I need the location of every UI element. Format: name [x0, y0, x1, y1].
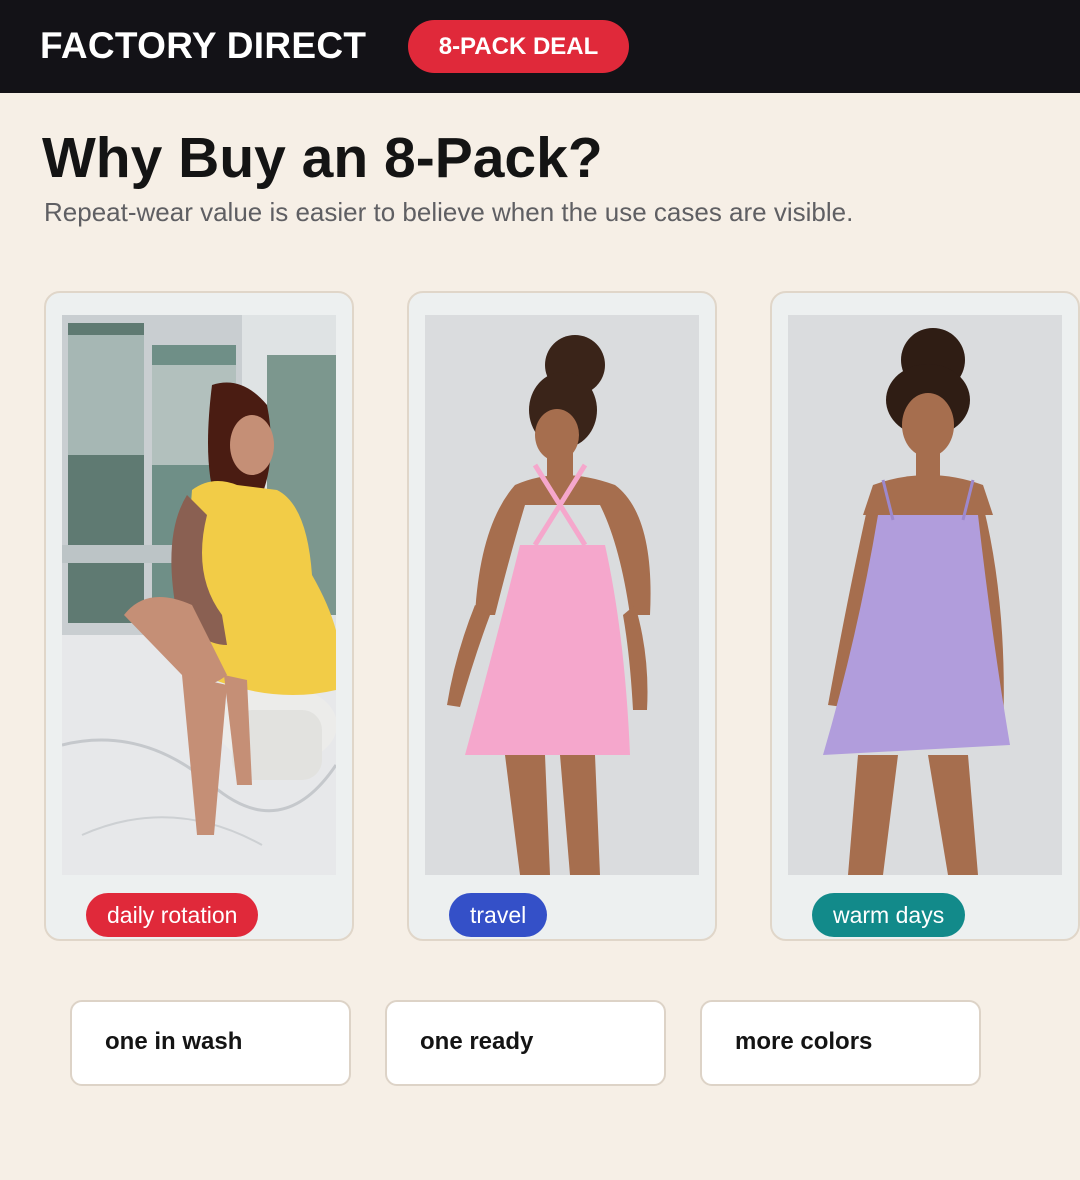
- product-photo-pink-dress[interactable]: [425, 315, 699, 875]
- use-case-card-travel[interactable]: travel: [407, 291, 717, 941]
- use-case-card-warm-days[interactable]: warm days: [770, 291, 1080, 941]
- benefit-one-in-wash: one in wash: [70, 1000, 351, 1086]
- benefit-more-colors: more colors: [700, 1000, 981, 1086]
- brand-name[interactable]: FACTORY DIRECT: [40, 26, 366, 66]
- benefit-one-ready: one ready: [385, 1000, 666, 1086]
- page-title: Why Buy an 8-Pack?: [42, 126, 603, 190]
- page-subtitle: Repeat-wear value is easier to believe w…: [44, 197, 854, 227]
- top-bar: FACTORY DIRECT 8-PACK DEAL: [0, 0, 1080, 93]
- use-case-card-daily-rotation[interactable]: daily rotation: [44, 291, 354, 941]
- product-photo-lavender-dress[interactable]: [788, 315, 1062, 875]
- product-photo-yellow-dress[interactable]: [62, 315, 336, 875]
- use-case-tag: daily rotation: [86, 893, 259, 937]
- use-case-tag: warm days: [812, 893, 966, 937]
- deal-badge[interactable]: 8-PACK DEAL: [408, 20, 629, 73]
- use-case-tag: travel: [449, 893, 548, 937]
